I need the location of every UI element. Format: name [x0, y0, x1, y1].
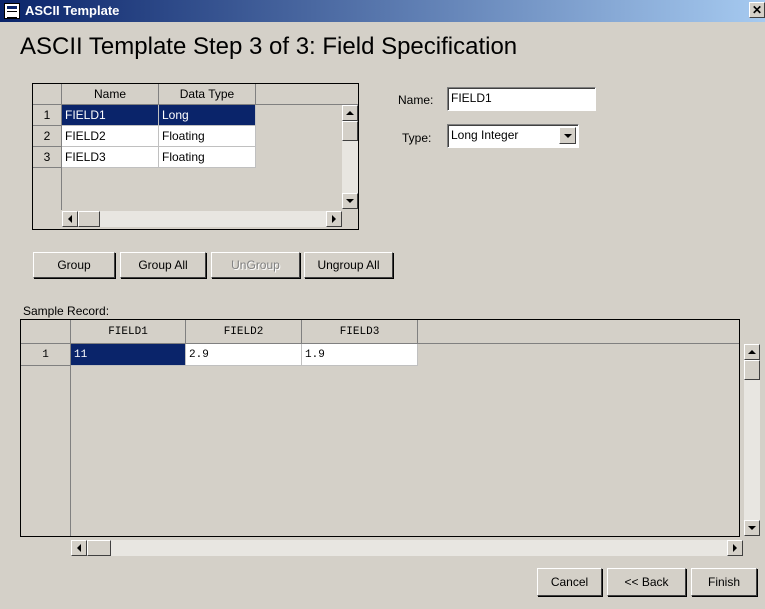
- cell-name[interactable]: FIELD1: [62, 105, 159, 126]
- row-header[interactable]: 3: [33, 147, 62, 168]
- group-button[interactable]: Group: [33, 252, 115, 278]
- scroll-left-button[interactable]: [62, 211, 78, 227]
- sample-record-label: Sample Record:: [23, 304, 110, 318]
- arrow-down-icon: [748, 526, 756, 530]
- cell-data-type[interactable]: Long: [159, 105, 256, 126]
- scroll-thumb[interactable]: [87, 540, 111, 556]
- finish-button[interactable]: Finish: [691, 568, 757, 596]
- field-grid[interactable]: Name Data Type 1 FIELD1 Long 2 FIELD2 Fl…: [32, 83, 359, 230]
- chevron-down-icon: [563, 133, 572, 138]
- cell-data-type[interactable]: Floating: [159, 147, 256, 168]
- arrow-left-icon: [68, 215, 72, 223]
- grid-corner: [33, 84, 62, 105]
- type-select[interactable]: Long Integer: [447, 124, 579, 148]
- arrow-right-icon: [332, 215, 336, 223]
- row-header[interactable]: 1: [33, 105, 62, 126]
- type-label: Type:: [402, 131, 432, 145]
- arrow-up-icon: [748, 350, 756, 354]
- dropdown-button[interactable]: [559, 127, 576, 144]
- row-header[interactable]: 1: [21, 344, 71, 366]
- ungroup-all-button[interactable]: Ungroup All: [304, 252, 393, 278]
- column-header-field3[interactable]: FIELD3: [302, 320, 418, 344]
- name-label: Name:: [398, 93, 434, 107]
- scroll-right-button[interactable]: [326, 211, 342, 227]
- scroll-down-button[interactable]: [744, 520, 760, 536]
- window-title: ASCII Template: [25, 3, 120, 18]
- type-select-value: Long Integer: [451, 128, 519, 142]
- cell-data-type[interactable]: Floating: [159, 126, 256, 147]
- scroll-down-button[interactable]: [342, 193, 358, 209]
- column-header-name[interactable]: Name: [62, 84, 159, 105]
- scroll-up-button[interactable]: [744, 344, 760, 360]
- row-header-filler: [21, 366, 71, 536]
- scroll-right-button[interactable]: [727, 540, 743, 556]
- arrow-right-icon: [733, 544, 737, 552]
- sample-record-grid[interactable]: FIELD1 FIELD2 FIELD3 1 11 2.9 1.9: [20, 319, 760, 537]
- scroll-up-button[interactable]: [342, 105, 358, 121]
- row-header[interactable]: 2: [33, 126, 62, 147]
- arrow-down-icon: [346, 199, 354, 203]
- grid-corner: [21, 320, 71, 344]
- column-header-data-type[interactable]: Data Type: [159, 84, 256, 105]
- horizontal-scrollbar[interactable]: [62, 211, 342, 227]
- scroll-thumb[interactable]: [744, 360, 760, 380]
- page-title: ASCII Template Step 3 of 3: Field Specif…: [20, 33, 518, 60]
- column-header-filler: [256, 84, 358, 105]
- arrow-left-icon: [77, 544, 81, 552]
- cancel-button[interactable]: Cancel: [537, 568, 602, 596]
- scroll-left-button[interactable]: [71, 540, 87, 556]
- cell-name[interactable]: FIELD3: [62, 147, 159, 168]
- ungroup-button[interactable]: UnGroup: [211, 252, 300, 278]
- row-header-filler: [33, 168, 62, 210]
- title-bar: ASCII Template ✕: [0, 0, 765, 22]
- sample-cell[interactable]: 11: [71, 344, 186, 366]
- column-header-filler: [418, 320, 739, 344]
- horizontal-scrollbar[interactable]: [71, 540, 743, 556]
- column-header-field2[interactable]: FIELD2: [186, 320, 302, 344]
- column-header-field1[interactable]: FIELD1: [71, 320, 186, 344]
- scroll-thumb[interactable]: [78, 211, 100, 227]
- back-button[interactable]: << Back: [607, 568, 686, 596]
- close-icon[interactable]: ✕: [749, 2, 765, 18]
- arrow-up-icon: [346, 111, 354, 115]
- scroll-thumb[interactable]: [342, 121, 358, 141]
- window-icon: [4, 3, 20, 19]
- sample-cell[interactable]: 2.9: [186, 344, 302, 366]
- group-all-button[interactable]: Group All: [120, 252, 206, 278]
- cell-name[interactable]: FIELD2: [62, 126, 159, 147]
- sample-cell[interactable]: 1.9: [302, 344, 418, 366]
- name-field[interactable]: FIELD1: [447, 87, 596, 111]
